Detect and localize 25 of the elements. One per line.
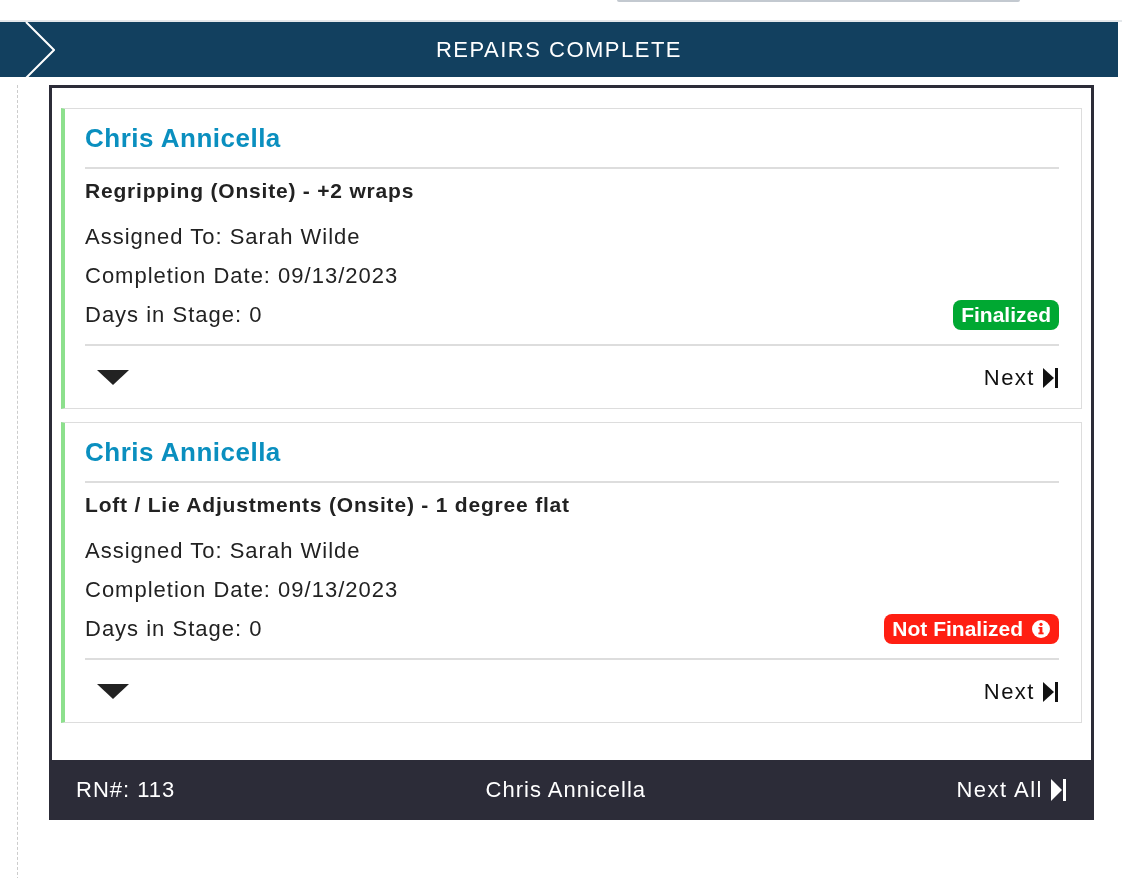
skip-forward-icon <box>1043 368 1059 388</box>
repair-number: RN#: 113 <box>76 777 176 803</box>
customer-name[interactable]: Chris Annicella <box>85 437 1059 471</box>
status-badge: Not Finalized <box>884 613 1059 644</box>
caret-down-icon[interactable] <box>97 684 129 700</box>
customer-name: Chris Annicella <box>485 777 647 803</box>
skip-forward-icon <box>1043 682 1059 702</box>
service-title: Loft / Lie Adjustments (Onsite) - 1 degree flat <box>85 493 571 517</box>
customer-name[interactable]: Chris Annicella <box>85 123 1059 157</box>
completion-date: Completion Date: 09/13/2023 <box>85 262 400 290</box>
info-icon[interactable] <box>1031 618 1051 639</box>
next-button[interactable]: Next <box>983 679 1059 705</box>
next-all-button[interactable]: Next All <box>956 777 1067 803</box>
assigned-to: Assigned To: Sarah Wilde <box>85 223 362 251</box>
assigned-to: Assigned To: Sarah Wilde <box>85 537 362 565</box>
service-title: Regripping (Onsite) - +2 wraps <box>85 179 416 203</box>
days-in-stage: Days in Stage: 0 <box>85 301 263 329</box>
completion-date: Completion Date: 09/13/2023 <box>85 576 400 604</box>
chevron-icon <box>25 22 55 78</box>
status-badge: Finalized <box>953 299 1059 330</box>
caret-down-icon[interactable] <box>97 370 129 386</box>
skip-forward-icon <box>1051 779 1067 801</box>
next-button[interactable]: Next <box>983 365 1059 391</box>
stage-title: REPAIRS COMPLETE <box>435 36 683 63</box>
days-in-stage: Days in Stage: 0 <box>85 615 263 643</box>
